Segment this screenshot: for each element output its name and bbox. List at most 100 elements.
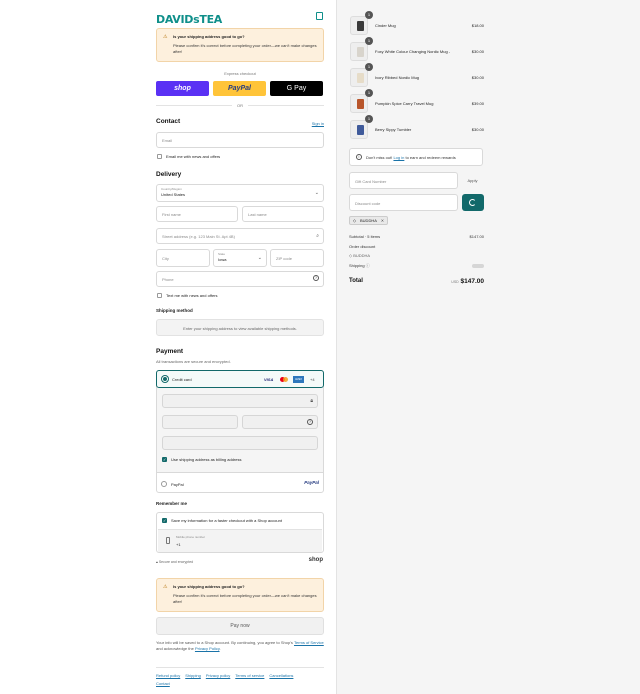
remove-discount-icon[interactable]: ✕ <box>381 218 384 223</box>
country-label: Country/Region <box>161 187 182 191</box>
email-field[interactable]: Email <box>156 132 324 148</box>
card-number-field[interactable]: 🔒︎ <box>162 394 318 408</box>
apply-gift-card-button[interactable]: Apply <box>461 172 484 189</box>
contact-link[interactable]: Contact <box>156 681 170 686</box>
alert-title: Is your shipping address good to go? <box>173 584 245 589</box>
zip-field[interactable]: ZIP code <box>270 249 324 267</box>
paypal-button[interactable]: PayPal <box>213 81 266 96</box>
quantity-badge: 1 <box>365 37 373 45</box>
address-field[interactable]: Street address (e.g. 123 Main St. Apt 4B… <box>156 228 324 244</box>
payment-heading: Payment <box>156 348 184 355</box>
refund-policy-link[interactable]: Refund policy <box>156 673 180 678</box>
footer-divider <box>156 667 324 668</box>
alert-title: Is your shipping address good to go? <box>173 34 245 39</box>
text-label: Text me with news and offers <box>166 293 218 298</box>
radio-unselected[interactable] <box>161 481 167 487</box>
product-thumbnail <box>350 94 368 113</box>
product-thumbnail <box>350 42 368 61</box>
alert-body: Please confirm it's correct before compl… <box>173 593 317 604</box>
discount-tag-label: BUDDHA <box>360 218 377 223</box>
product-thumbnail <box>350 16 368 35</box>
cancellations-link[interactable]: Cancellations <box>269 673 293 678</box>
privacy-link[interactable]: Privacy Policy <box>195 646 220 651</box>
mastercard-icon <box>280 377 288 382</box>
remember-box: ✓ Save my information for a faster check… <box>156 512 324 553</box>
help-icon[interactable]: ? <box>313 275 319 281</box>
rewards-login-link[interactable]: Log in <box>393 155 404 160</box>
spinner-icon <box>469 199 476 206</box>
apply-discount-button[interactable] <box>462 194 484 211</box>
gift-card-placeholder: Gift Card Number <box>355 179 387 184</box>
visa-icon: VISA <box>264 377 274 382</box>
discount-tag: ◇ BUDDHA ✕ <box>349 216 389 225</box>
text-checkbox[interactable] <box>157 293 162 298</box>
zip-placeholder: ZIP code <box>276 256 292 261</box>
secure-note: 🔒︎ Secure and encrypted <box>156 560 193 564</box>
product-image <box>357 73 364 83</box>
phone-field[interactable]: Phone ? <box>156 271 324 287</box>
state-select[interactable]: State Iowa ⌄ <box>213 249 267 267</box>
credit-card-option[interactable]: Credit card VISA AMEX +4 <box>156 370 324 388</box>
product-name: Cinder Mug <box>375 23 396 28</box>
express-checkout-label: Express checkout <box>224 71 256 76</box>
name-on-card-field[interactable] <box>162 436 318 450</box>
shop-pay-button[interactable]: shop <box>156 81 209 96</box>
paypal-option[interactable]: PayPal PayPal <box>156 472 324 493</box>
quantity-badge: 1 <box>365 11 373 19</box>
product-price: $30.00 <box>471 75 484 80</box>
legal-middle: and acknowledge the <box>156 646 194 651</box>
rewards-banner: i Don't miss out! Log in to earn and red… <box>349 148 483 166</box>
gift-card-field[interactable]: Gift Card Number <box>349 172 458 189</box>
city-field[interactable]: City <box>156 249 210 267</box>
product-price: $18.00 <box>471 23 484 28</box>
product-thumbnail <box>350 68 368 87</box>
total-label: Total <box>349 278 363 284</box>
search-icon: ⌕ <box>316 233 319 239</box>
quantity-badge: 1 <box>365 63 373 71</box>
shipping-method-heading: Shipping method <box>156 308 193 313</box>
save-info-checkbox[interactable]: ✓ <box>162 518 167 523</box>
address-alert-bottom: ⚠ Is your shipping address good to go? P… <box>156 578 324 612</box>
info-icon: i <box>356 154 362 160</box>
discount-code-label: BUDDHA <box>353 253 371 258</box>
discount-placeholder: Discount code <box>355 201 381 206</box>
amex-icon: AMEX <box>293 376 304 383</box>
terms-of-service-link[interactable]: Terms of service <box>235 673 264 678</box>
warning-icon: ⚠ <box>163 584 168 590</box>
product-price: $30.00 <box>471 127 484 132</box>
quantity-badge: 1 <box>365 89 373 97</box>
bag-icon[interactable] <box>316 12 323 20</box>
expiration-field[interactable] <box>162 415 238 429</box>
discount-code-row: ◇ BUDDHA <box>349 253 484 258</box>
country-select[interactable]: Country/Region United States ⌄ <box>156 184 324 202</box>
chevron-down-icon: ⌄ <box>314 190 319 196</box>
google-pay-button[interactable]: G Pay <box>270 81 323 96</box>
paypal-logo-icon: PayPal <box>304 480 319 485</box>
brand-logo[interactable]: DAVIDsTEA <box>156 13 222 26</box>
news-checkbox[interactable] <box>157 154 162 159</box>
shop-logo-icon: shop <box>308 557 323 563</box>
help-icon[interactable]: ⓘ <box>366 263 370 268</box>
sign-in-link[interactable]: Sign in <box>312 121 324 126</box>
state-value: Iowa <box>218 257 227 262</box>
pay-now-button[interactable]: Pay now <box>156 617 324 635</box>
address-alert: ⚠ Is your shipping address good to go? P… <box>156 28 324 62</box>
terms-link[interactable]: Terms of Service <box>294 640 324 645</box>
mobile-field[interactable]: Mobile phone number +1 <box>158 529 322 552</box>
first-name-field[interactable]: First name <box>156 206 238 222</box>
product-name: Berry Sippy Tumbler <box>375 127 412 132</box>
total-row: Total USD $147.00 <box>349 278 484 285</box>
last-name-field[interactable]: Last name <box>242 206 324 222</box>
save-info-label: Save my information for a faster checkou… <box>171 518 282 523</box>
shipping-policy-link[interactable]: Shipping <box>185 673 201 678</box>
cart-item: 1 Foxy White Colour Changing Nordic Mug -… <box>350 37 486 62</box>
privacy-policy-link[interactable]: Privacy policy <box>206 673 230 678</box>
last-name-placeholder: Last name <box>248 212 267 217</box>
address-placeholder: Street address (e.g. 123 Main St. Apt 4B… <box>162 234 235 239</box>
discount-code-field[interactable]: Discount code <box>349 194 458 211</box>
payment-subtitle: All transactions are secure and encrypte… <box>156 359 231 364</box>
help-icon[interactable]: ? <box>307 419 313 425</box>
billing-checkbox[interactable]: ✓ <box>162 457 167 462</box>
security-code-field[interactable]: ? <box>242 415 318 429</box>
radio-selected[interactable] <box>162 376 168 382</box>
